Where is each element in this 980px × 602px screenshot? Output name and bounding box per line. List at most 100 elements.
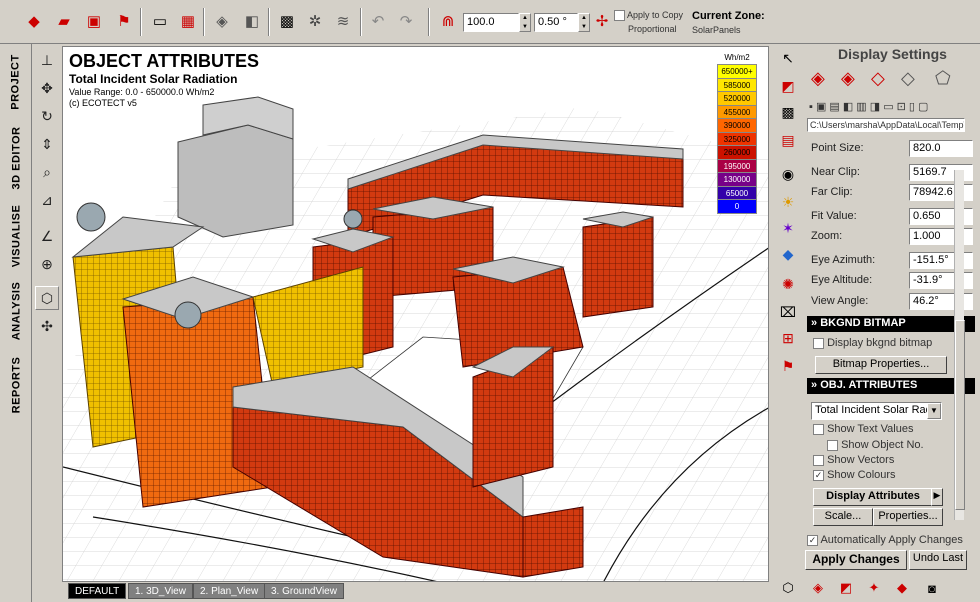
- tab-visualise[interactable]: VISUALISE: [4, 200, 28, 272]
- legend-item: 65000: [717, 185, 757, 200]
- tab-plan-view[interactable]: 2. Plan_View: [193, 583, 266, 599]
- show-object-no-checkbox[interactable]: [827, 439, 838, 451]
- gears-icon[interactable]: ✲: [303, 9, 327, 33]
- apply-to-copy-checkbox[interactable]: [614, 10, 625, 22]
- display-bkgnd-option[interactable]: Display bkgnd bitmap: [813, 337, 932, 349]
- trash-icon[interactable]: ⌧: [776, 300, 800, 324]
- tab-reports[interactable]: REPORTS: [4, 350, 28, 420]
- axis-icon[interactable]: ✢: [590, 9, 614, 33]
- model-icon[interactable]: ◈: [807, 577, 829, 599]
- auto-apply-option[interactable]: ✓ Automatically Apply Changes: [807, 534, 963, 546]
- grid-icon[interactable]: ▦: [176, 9, 200, 33]
- stack-icon[interactable]: ≋: [331, 9, 355, 33]
- show-colours-label: Show Colours: [827, 469, 896, 481]
- center-icon[interactable]: ⊕: [35, 252, 59, 276]
- zoom-spinner[interactable]: ▲ ▼: [519, 13, 531, 32]
- panel-scrollbar[interactable]: [954, 170, 965, 520]
- apply-to-copy-option[interactable]: Apply to Copy: [614, 10, 683, 22]
- show-colours-option[interactable]: ✓ Show Colours: [813, 469, 896, 481]
- zone-icon[interactable]: ◧: [240, 9, 264, 33]
- wire-cube-icon[interactable]: ◇: [901, 68, 915, 89]
- undo-icon[interactable]: ↶: [366, 9, 390, 33]
- selection-info-icon[interactable]: ◩: [776, 74, 800, 98]
- properties-button[interactable]: Properties...: [873, 508, 943, 526]
- redo-icon[interactable]: ↷: [394, 9, 418, 33]
- show-text-values-checkbox[interactable]: [813, 423, 824, 435]
- show-object-no-option[interactable]: Show Object No.: [827, 439, 924, 451]
- perspective-icon[interactable]: ⊿: [35, 188, 59, 212]
- point-size-input[interactable]: 820.0: [909, 140, 973, 157]
- axes-icon[interactable]: ∠: [35, 224, 59, 248]
- attribute-select[interactable]: Total Incident Solar Rad: [811, 402, 942, 420]
- zoom-value-input[interactable]: 100.0: [463, 13, 519, 32]
- network-icon[interactable]: ⊞: [776, 326, 800, 350]
- tab-3d-view[interactable]: 1. 3D_View: [128, 583, 193, 599]
- orbit-icon[interactable]: ↻: [35, 104, 59, 128]
- pointer-icon[interactable]: ↖: [776, 46, 800, 70]
- dolly-icon[interactable]: ⇕: [35, 132, 59, 156]
- cube-view-icon[interactable]: ⬡: [35, 286, 59, 310]
- open-file-icon[interactable]: ▰: [52, 9, 76, 33]
- bkgnd-bitmap-header[interactable]: » BKGND BITMAP: [807, 316, 975, 332]
- display-attributes-button[interactable]: Display Attributes: [813, 488, 933, 506]
- flag-icon[interactable]: ⚑: [112, 9, 136, 33]
- move-icon[interactable]: ✣: [35, 314, 59, 338]
- lights-icon[interactable]: ✦: [863, 577, 885, 599]
- zone-manager-icon[interactable]: ▤: [776, 128, 800, 152]
- obj-attributes-title: OBJ. ATTRIBUTES: [820, 379, 918, 391]
- chevron-down-icon[interactable]: ▼: [927, 403, 941, 419]
- wireframe-icon[interactable]: ⬡: [777, 577, 799, 599]
- tab-3d-editor[interactable]: 3D EDITOR: [4, 120, 28, 196]
- view-angle-label: View Angle:: [811, 295, 869, 307]
- tab-ground-view[interactable]: 3. GroundView: [264, 583, 344, 599]
- checker-icon[interactable]: ▩: [275, 9, 299, 33]
- display-bkgnd-checkbox[interactable]: [813, 337, 824, 349]
- show-vectors-option[interactable]: Show Vectors: [813, 454, 894, 466]
- magnet-icon[interactable]: ⋒: [436, 9, 460, 33]
- new-object-icon[interactable]: ◆: [22, 9, 46, 33]
- tab-default-view[interactable]: DEFAULT: [68, 583, 127, 599]
- scale-button[interactable]: Scale...: [813, 508, 873, 526]
- step-spinner[interactable]: ▲ ▼: [578, 13, 590, 32]
- legend-item: 325000: [717, 131, 757, 146]
- render-icon[interactable]: ◩: [835, 577, 857, 599]
- cube-faces-icon[interactable]: ◈: [841, 68, 855, 89]
- tab-project[interactable]: PROJECT: [4, 52, 28, 112]
- show-colours-checkbox[interactable]: ✓: [813, 469, 824, 481]
- solid-cube-icon[interactable]: ◈: [811, 68, 825, 89]
- apply-changes-button[interactable]: Apply Changes: [805, 550, 907, 570]
- show-vectors-checkbox[interactable]: [813, 454, 824, 466]
- model-canvas[interactable]: [63, 47, 769, 582]
- bitmap-properties-button[interactable]: Bitmap Properties...: [815, 356, 947, 374]
- cube-red-icon[interactable]: ◆: [891, 577, 913, 599]
- fit-value-label: Fit Value:: [811, 210, 857, 222]
- file-path-field[interactable]: C:\Users\marsha\AppData\Local\Temp\E: [807, 118, 965, 132]
- shading-icon[interactable]: ✶: [776, 216, 800, 240]
- scrollbar-thumb[interactable]: [955, 320, 965, 510]
- sun-icon[interactable]: ☀: [776, 190, 800, 214]
- save-file-icon[interactable]: ▣: [82, 9, 106, 33]
- zoom-icon[interactable]: ⌕: [35, 160, 59, 184]
- pan-icon[interactable]: ✥: [35, 76, 59, 100]
- camera-icon[interactable]: ◙: [921, 577, 943, 599]
- display-icon[interactable]: ▭: [148, 9, 172, 33]
- obj-attributes-header[interactable]: » OBJ. ATTRIBUTES: [807, 378, 975, 394]
- eye-icon[interactable]: ◉: [776, 162, 800, 186]
- undo-last-button[interactable]: Undo Last: [909, 550, 967, 570]
- display-attributes-arrow[interactable]: ▶: [931, 488, 943, 506]
- materials-icon[interactable]: ▩: [776, 100, 800, 124]
- pin-icon[interactable]: ⊥: [35, 48, 59, 72]
- solar-panel-icon[interactable]: ◆: [776, 242, 800, 266]
- cube-edges-icon[interactable]: ◇: [871, 68, 885, 89]
- 3d-viewport[interactable]: OBJECT ATTRIBUTES Total Incident Solar R…: [62, 46, 769, 582]
- particles-icon[interactable]: ✺: [776, 272, 800, 296]
- tab-analysis[interactable]: ANALYSIS: [4, 276, 28, 346]
- show-text-values-option[interactable]: Show Text Values: [813, 423, 913, 435]
- color-legend: Wh/m2 650000+ 585000 520000 455000 390000 325…: [717, 53, 757, 214]
- layer-icon[interactable]: ◈: [210, 9, 234, 33]
- step-value-input[interactable]: 0.50 °: [534, 13, 578, 32]
- script-icon[interactable]: ⚑: [776, 354, 800, 378]
- auto-apply-checkbox[interactable]: ✓: [807, 534, 818, 546]
- current-zone-value[interactable]: SolarPanels: [692, 25, 741, 35]
- outline-cube-icon[interactable]: ⬠: [935, 68, 951, 89]
